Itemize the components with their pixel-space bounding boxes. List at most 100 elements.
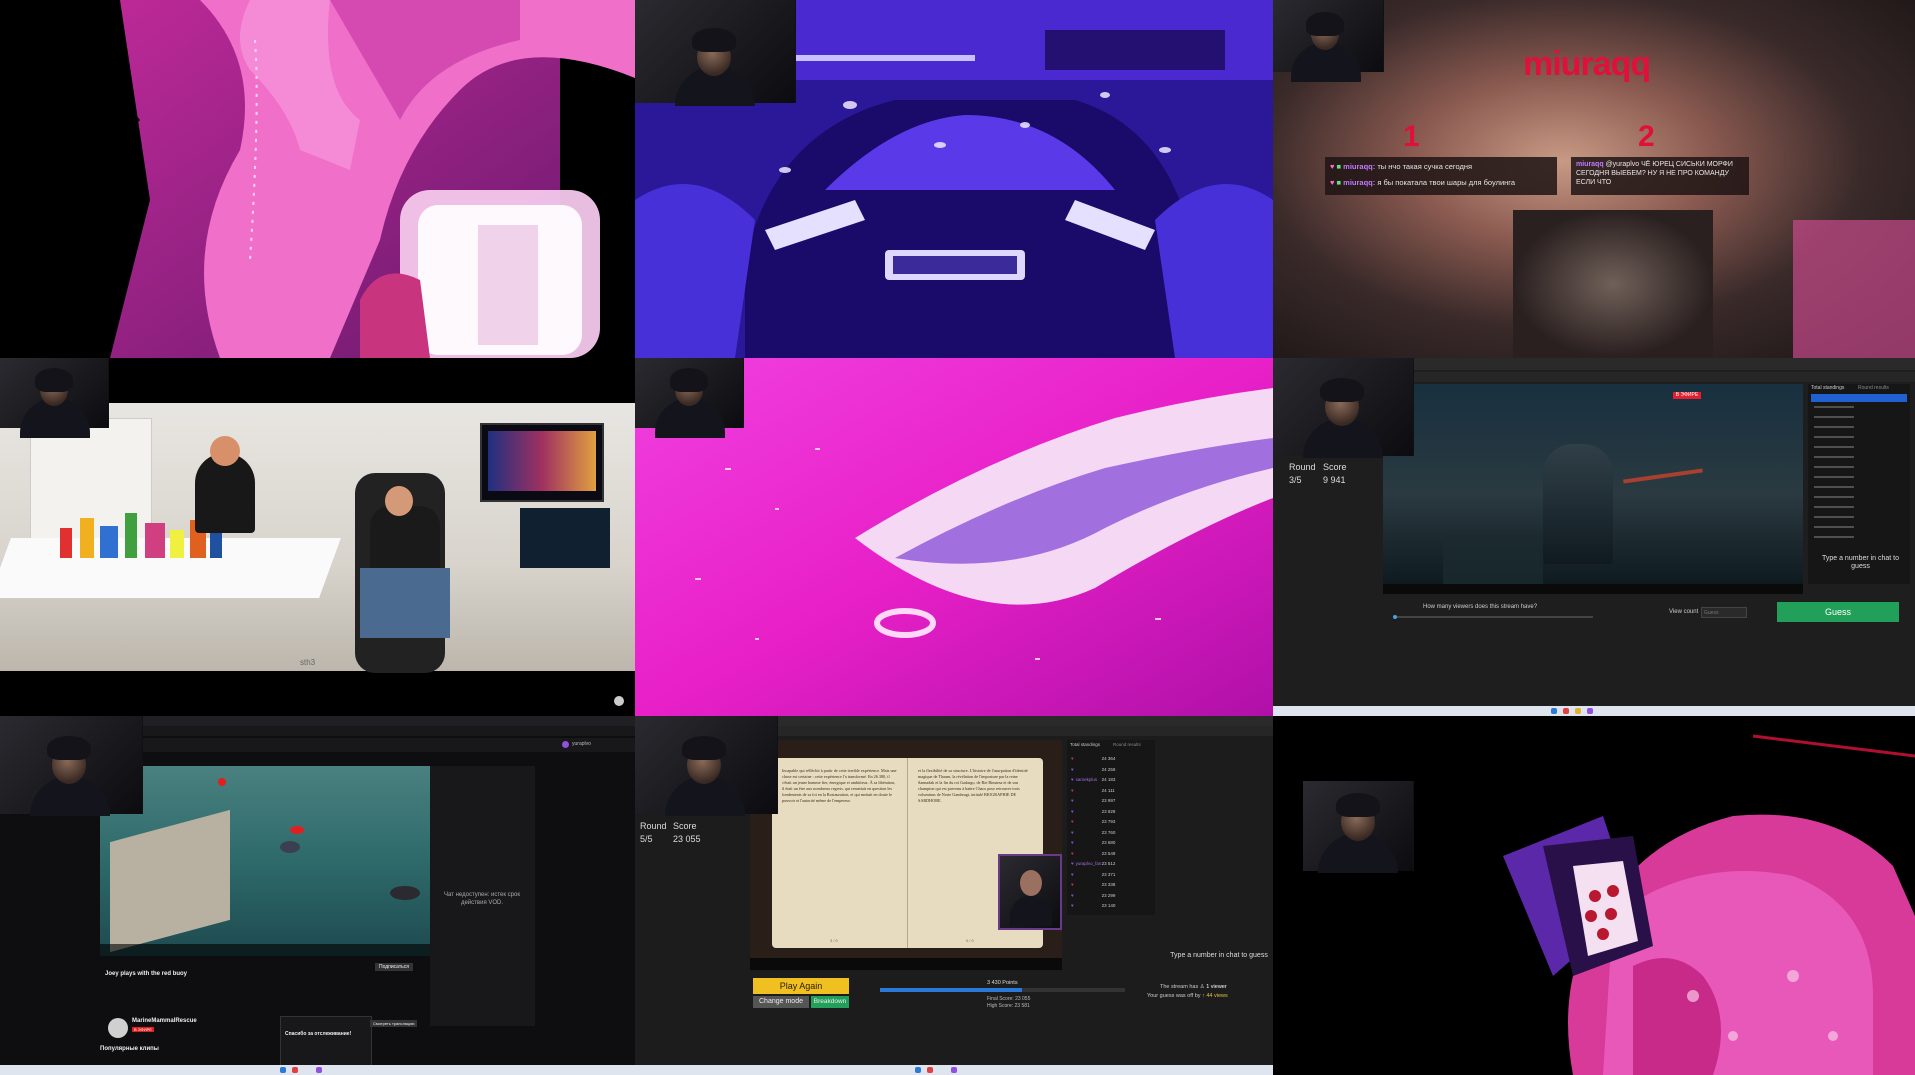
channel-avatar[interactable]: [108, 1018, 128, 1038]
panel-number-1: 1: [1403, 120, 1420, 153]
windows-taskbar: [1273, 706, 1915, 716]
guess-off-result: Your guess was off by ↑ 44 views: [1147, 993, 1228, 999]
play-again-button[interactable]: Play Again: [753, 978, 849, 994]
start-icon[interactable]: [915, 1067, 921, 1073]
streamer-name-overlay: miuraqq: [1523, 45, 1651, 83]
stream-preview[interactable]: Incapable qui réfléchit à partir de cett…: [750, 740, 1062, 970]
panel-twitch-vod: yuraplvo Чат недоступен: истек срок дейс…: [0, 716, 635, 1075]
twitch-icon[interactable]: [951, 1067, 957, 1073]
standings-score: 23 928: [1101, 808, 1116, 814]
vod-player[interactable]: [100, 766, 430, 956]
person-head: [210, 436, 240, 466]
standings-score: 23 371: [1101, 871, 1116, 877]
change-mode-button[interactable]: Change mode: [753, 996, 809, 1008]
streamer-webcam: [0, 358, 109, 438]
player-controls[interactable]: [100, 944, 430, 956]
panel-anime-girl: [0, 0, 635, 358]
anime-cards-artwork: [1273, 716, 1915, 1075]
popup-title: Спасибо за отслеживание!: [285, 1031, 352, 1037]
heart-icon: ♥: [1071, 756, 1074, 761]
standings-row: ♥ 24 259: [1071, 765, 1151, 776]
standings-score: 23 793: [1101, 819, 1116, 824]
video-controls[interactable]: [750, 958, 1062, 970]
heart-icon: ♥: [1071, 766, 1074, 772]
highlight-row: [1811, 394, 1907, 402]
stream-preview[interactable]: В ЭФИРЕ: [1383, 384, 1803, 584]
tab-total-standings[interactable]: Total standings: [1811, 385, 1844, 391]
video-title: Joey plays with the red buoy: [105, 971, 188, 977]
profile-avatar[interactable]: [562, 741, 569, 748]
standings-score: 23 299: [1101, 892, 1116, 898]
video-controls[interactable]: [1383, 584, 1803, 594]
jeans: [360, 568, 450, 638]
round-value: 5/5: [640, 834, 653, 844]
tab-total-standings[interactable]: Total standings: [1070, 742, 1100, 747]
start-icon[interactable]: [280, 1067, 286, 1073]
score-value: 23 055: [673, 834, 701, 844]
game-ground: [1443, 534, 1543, 584]
browser-icon[interactable]: [292, 1067, 298, 1073]
book-left-page: Incapable qui réfléchit à partir de cett…: [772, 758, 907, 948]
standings-score: 23 140: [1101, 903, 1116, 908]
standings-score: 24 364: [1101, 756, 1116, 761]
guess-input[interactable]: [1701, 607, 1747, 618]
anime-girl-artwork: [0, 0, 635, 358]
heart-icon: ♥: [1071, 798, 1074, 803]
twitch-header: yuraplvo: [140, 738, 635, 752]
twitch-icon[interactable]: [316, 1067, 322, 1073]
standings-score: 24 183: [1101, 777, 1116, 782]
breakdown-button[interactable]: Breakdown: [811, 996, 849, 1008]
tab-round-results[interactable]: Round results: [1113, 742, 1141, 747]
folder-icon[interactable]: [1575, 708, 1581, 714]
round-label: Round: [1289, 462, 1316, 472]
follow-button[interactable]: Подписаться: [375, 963, 413, 971]
person-icon: ♙: [1199, 984, 1205, 990]
score-label: Score: [1323, 462, 1347, 472]
heart-icon: ♥: [1071, 871, 1074, 877]
standings-row: ♥ 23 299: [1071, 891, 1151, 902]
browser-toolbar: [775, 726, 1273, 736]
standings-row: ♥ 24 364: [1071, 754, 1151, 765]
streamer-webcam: [635, 358, 744, 438]
streamer-webcam: [635, 716, 778, 816]
chat-unavailable-message: Чат недоступен: истек срок действия VOD.: [444, 892, 520, 906]
pink-object: [1793, 220, 1915, 358]
settings-icon[interactable]: [614, 696, 624, 706]
score-label: Score: [673, 821, 697, 831]
standings-list: [1814, 406, 1854, 546]
viewer-slider[interactable]: [1393, 615, 1593, 619]
browser-icon[interactable]: [1563, 708, 1569, 714]
standings-score: 23 680: [1101, 840, 1116, 845]
score-progress-bar: [880, 988, 1125, 992]
channel-watermark: sth3: [300, 658, 316, 667]
red-buoy: [218, 778, 226, 786]
chat-hint: Type a number in chat to guess: [1170, 952, 1268, 959]
twitch-icon[interactable]: [1587, 708, 1593, 714]
heart-icon: ♥: [1071, 892, 1074, 898]
guess-button[interactable]: Guess: [1777, 602, 1899, 622]
tab-round-results[interactable]: Round results: [1858, 385, 1889, 391]
standings-row: ♥ 23 140: [1071, 901, 1151, 912]
desk-monitor: [520, 508, 610, 568]
standings-score: 23 338: [1101, 882, 1116, 887]
final-score: Final Score: 23 055: [987, 996, 1031, 1002]
streamer-webcam: [1273, 358, 1414, 458]
standings-list: ♥ 24 364 ♥ 24 259 ♥ samekplus 24 183 ♥ 24 111 ♥ 23…: [1071, 754, 1151, 912]
standings-score: 23 512: [1101, 861, 1116, 866]
address-bar[interactable]: [140, 726, 635, 736]
chat-box-1: ♥ ■ miuraqq: ты нчо такая сучка сегодня …: [1325, 157, 1557, 195]
profile-name[interactable]: yuraplvo: [572, 741, 591, 747]
browser-icon[interactable]: [927, 1067, 933, 1073]
panel-game-results: Incapable qui réfléchit à partir de cett…: [635, 716, 1273, 1075]
start-icon[interactable]: [1551, 708, 1557, 714]
round-value: 3/5: [1289, 475, 1302, 485]
watch-stream-button[interactable]: Смотреть трансляцию: [370, 1020, 418, 1027]
heart-icon: ♥: [1071, 808, 1074, 814]
stream-multiview-grid: miuraqq 1 2 ♥ ■ miuraqq: ты нчо такая су…: [0, 0, 1915, 1075]
channel-name[interactable]: MarineMammalRescue: [132, 1018, 197, 1024]
rock-platform: [110, 809, 230, 953]
streamer-webcam: [1303, 781, 1414, 873]
live-badge: В ЭФИРЕ: [132, 1027, 154, 1032]
person-seated: [370, 506, 440, 576]
arrow-up-icon: ↑: [1202, 993, 1205, 999]
